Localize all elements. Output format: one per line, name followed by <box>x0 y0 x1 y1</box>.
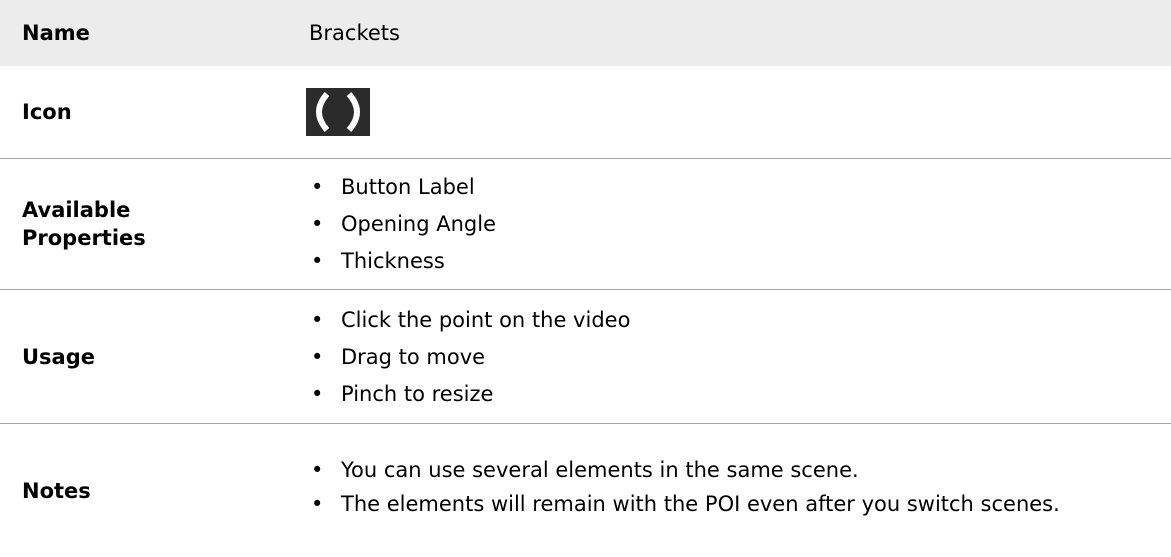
list-item: • Button Label <box>311 175 475 199</box>
usage-row: Usage • Click the point on the video • Dra… <box>0 290 1171 424</box>
bullet: • <box>311 307 324 332</box>
usage-value: • Click the point on the video • Drag to m… <box>305 307 1171 407</box>
brackets-icon <box>306 88 370 136</box>
list-item: • The elements will remain with the POI e… <box>311 491 1060 516</box>
list-item: • You can use several elements in the sam… <box>311 457 859 482</box>
bullet: • <box>311 491 324 516</box>
properties-row: Available Properties • Button Label • Open… <box>0 159 1171 290</box>
name-row: Name Brackets <box>0 0 1171 66</box>
bullet: • <box>311 344 324 369</box>
list-item: • Thickness <box>311 249 445 273</box>
brackets-spec-table: Name Brackets Icon Available Properties … <box>0 0 1171 557</box>
notes-label: Notes <box>22 478 91 503</box>
notes-value: • You can use several elements in the sam… <box>305 457 1171 525</box>
bullet: • <box>311 175 324 199</box>
name-value: Brackets <box>309 21 400 45</box>
properties-label-line1: Available <box>22 198 131 222</box>
bullet: • <box>311 381 324 406</box>
bullet: • <box>311 457 324 482</box>
name-label: Name <box>22 21 90 45</box>
properties-label: Available Properties <box>0 196 305 252</box>
bullet: • <box>311 249 324 273</box>
usage-list: • Click the point on the video • Drag to m… <box>305 307 1171 407</box>
bullet: • <box>311 212 324 236</box>
list-item: • Pinch to resize <box>311 381 494 406</box>
icon-label: Icon <box>22 100 72 124</box>
properties-value: • Button Label • Opening Angle • Thickness <box>305 174 1171 274</box>
properties-list: • Button Label • Opening Angle • Thickness <box>305 174 1171 274</box>
properties-label-line2: Properties <box>22 226 146 250</box>
icon-value <box>305 88 1171 136</box>
list-item: • Drag to move <box>311 344 486 369</box>
icon-row: Icon <box>0 66 1171 159</box>
list-item: • Click the point on the video <box>311 307 631 332</box>
usage-label: Usage <box>22 344 95 369</box>
list-item: • Opening Angle <box>311 212 496 236</box>
notes-row: Notes • You can use several elements in t… <box>0 424 1171 557</box>
notes-list: • You can use several elements in the sam… <box>305 457 1151 517</box>
